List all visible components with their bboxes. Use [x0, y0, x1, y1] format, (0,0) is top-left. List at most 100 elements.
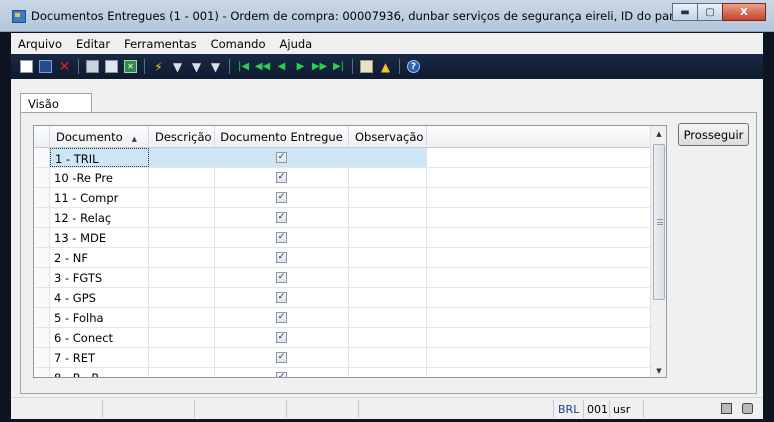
cell-observacao[interactable] — [349, 308, 427, 327]
cell-documento-entregue[interactable]: ✓ — [215, 188, 349, 207]
cell-documento[interactable]: 7 - RET — [50, 348, 149, 367]
menu-arquivo[interactable]: Arquivo — [11, 37, 69, 51]
next-page-icon[interactable]: ▶▶ — [312, 60, 327, 73]
column-header-observacao[interactable]: Observação — [349, 126, 427, 148]
cell-observacao[interactable] — [349, 348, 427, 367]
table-row[interactable]: 2 - NF ✓ — [34, 248, 651, 268]
row-selector[interactable] — [34, 328, 50, 347]
save-icon[interactable] — [39, 60, 52, 73]
scroll-up-icon[interactable]: ▲ — [651, 126, 666, 142]
table-row[interactable]: 4 - GPS ✓ — [34, 288, 651, 308]
cell-descricao[interactable] — [149, 368, 215, 377]
row-selector[interactable] — [34, 208, 50, 227]
delivered-checkbox[interactable]: ✓ — [276, 352, 287, 363]
cell-documento[interactable]: 2 - NF — [50, 248, 149, 267]
cell-documento-entregue[interactable]: ✓ — [215, 308, 349, 327]
cell-documento-entregue[interactable]: ✓ — [215, 168, 349, 187]
delivered-checkbox[interactable]: ✓ — [276, 312, 287, 323]
table-row[interactable]: 5 - Folha ✓ — [34, 308, 651, 328]
table-row[interactable]: 7 - RET ✓ — [34, 348, 651, 368]
prosseguir-button[interactable]: Prosseguir — [678, 123, 749, 146]
row-selector[interactable] — [34, 288, 50, 307]
cell-observacao[interactable] — [349, 268, 427, 287]
cell-observacao[interactable] — [349, 228, 427, 247]
column-header-documento-entregue[interactable]: Documento Entregue — [215, 126, 349, 148]
row-selector[interactable] — [34, 168, 50, 187]
first-record-icon[interactable]: |◀ — [237, 60, 250, 73]
cell-descricao[interactable] — [149, 348, 215, 367]
cell-observacao[interactable] — [349, 368, 427, 377]
printer-status-icon[interactable] — [721, 403, 732, 414]
table-row[interactable]: 6 - Conect ✓ — [34, 328, 651, 348]
filter-icon[interactable]: ⚡ — [152, 60, 165, 74]
cell-descricao[interactable] — [149, 328, 215, 347]
cell-documento-entregue[interactable]: ✓ — [215, 328, 349, 347]
last-record-icon[interactable]: ▶| — [332, 60, 345, 73]
cell-documento[interactable]: 11 - Compr — [50, 188, 149, 207]
cell-observacao[interactable] — [349, 248, 427, 267]
maximize-button[interactable]: ▢ — [697, 3, 723, 21]
delivered-checkbox[interactable]: ✓ — [276, 212, 287, 223]
row-selector[interactable] — [34, 368, 50, 377]
print-preview-icon[interactable] — [105, 60, 118, 73]
row-selector[interactable] — [34, 228, 50, 247]
excel-export-icon[interactable]: ✕ — [124, 60, 137, 73]
cell-descricao[interactable] — [149, 148, 215, 167]
row-selector[interactable] — [34, 148, 50, 167]
menu-comando[interactable]: Comando — [204, 37, 273, 51]
cell-documento-entregue[interactable]: ✓ — [215, 368, 349, 377]
table-row[interactable]: 11 - Compr ✓ — [34, 188, 651, 208]
delivered-checkbox[interactable]: ✓ — [276, 152, 287, 163]
delivered-checkbox[interactable]: ✓ — [276, 232, 287, 243]
cell-observacao[interactable] — [349, 168, 427, 187]
menu-ajuda[interactable]: Ajuda — [273, 37, 320, 51]
next-record-icon[interactable]: ▶ — [294, 60, 307, 73]
memo-icon[interactable] — [360, 60, 373, 73]
row-selector[interactable] — [34, 188, 50, 207]
cell-observacao[interactable] — [349, 328, 427, 347]
cell-documento[interactable]: 4 - GPS — [50, 288, 149, 307]
delivered-checkbox[interactable]: ✓ — [276, 272, 287, 283]
cell-descricao[interactable] — [149, 288, 215, 307]
row-selector[interactable] — [34, 308, 50, 327]
cell-observacao[interactable] — [349, 208, 427, 227]
close-button[interactable]: X — [722, 3, 766, 21]
table-row[interactable]: 12 - Relaç ✓ — [34, 208, 651, 228]
row-selector[interactable] — [34, 348, 50, 367]
cell-documento-entregue[interactable]: ✓ — [215, 208, 349, 227]
delivered-checkbox[interactable]: ✓ — [276, 332, 287, 343]
row-selector[interactable] — [34, 268, 50, 287]
cell-documento-entregue[interactable]: ✓ — [215, 148, 349, 167]
cell-observacao[interactable] — [349, 148, 427, 167]
scroll-down-icon[interactable]: ▼ — [651, 363, 666, 377]
help-icon[interactable]: ? — [407, 60, 420, 73]
tab-visao-geral[interactable]: Visão Geral — [20, 93, 92, 125]
scroll-thumb[interactable] — [653, 144, 665, 300]
menu-editar[interactable]: Editar — [69, 37, 117, 51]
cell-documento-entregue[interactable]: ✓ — [215, 248, 349, 267]
cell-documento[interactable]: 12 - Relaç — [50, 208, 149, 227]
cell-observacao[interactable] — [349, 188, 427, 207]
vertical-scrollbar[interactable]: ▲ ▼ — [650, 126, 666, 377]
cell-documento-entregue[interactable]: ✓ — [215, 288, 349, 307]
table-row[interactable]: 1 - TRIL ✓ — [34, 148, 651, 168]
previous-page-icon[interactable]: ◀◀ — [255, 60, 270, 73]
delivered-checkbox[interactable]: ✓ — [276, 292, 287, 303]
cell-documento-entregue[interactable]: ✓ — [215, 228, 349, 247]
table-row[interactable]: 10 -Re Pre ✓ — [34, 168, 651, 188]
funnel-icon[interactable]: ▼ — [209, 60, 222, 74]
cell-documento-entregue[interactable]: ✓ — [215, 348, 349, 367]
cell-documento[interactable]: 13 - MDE — [50, 228, 149, 247]
delivered-checkbox[interactable]: ✓ — [276, 252, 287, 263]
cell-descricao[interactable] — [149, 188, 215, 207]
clear-filter-icon[interactable]: ▼ — [190, 60, 203, 74]
delivered-checkbox[interactable]: ✓ — [276, 172, 287, 183]
delete-icon[interactable]: ✕ — [58, 59, 71, 75]
cell-descricao[interactable] — [149, 228, 215, 247]
cell-documento[interactable]: 1 - TRIL — [50, 148, 149, 167]
cell-descricao[interactable] — [149, 208, 215, 227]
column-header-documento[interactable]: Documento ▲ — [50, 126, 149, 148]
minimize-button[interactable]: ▬ — [672, 3, 698, 21]
table-row[interactable]: 8 - R...P... ✓ — [34, 368, 651, 377]
table-row[interactable]: 3 - FGTS ✓ — [34, 268, 651, 288]
